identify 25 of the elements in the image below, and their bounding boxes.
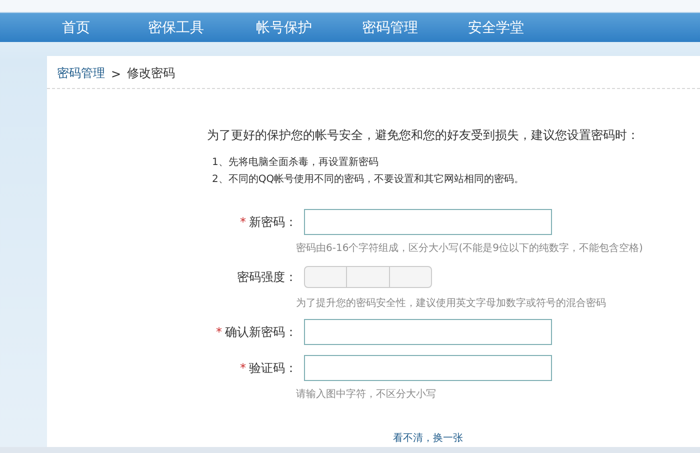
nav-link[interactable]: 首页 [62,18,90,36]
field-label: 密码强度： [237,268,297,286]
hint-text: 为了提升您的密码安全性，建议使用英文字母加数字或符号的混合密码 [296,296,607,310]
field-label: 新密码： [249,214,297,230]
nav-link[interactable]: 帐号保护 [256,18,312,36]
input-field[interactable] [304,319,552,345]
required-mark: * [216,325,222,339]
nav-link[interactable]: 安全学堂 [468,18,524,36]
field-label: 验证码： [249,360,297,376]
nav-link[interactable]: 密码管理 [362,18,418,36]
hint-text: 请输入图中字符，不区分大小写 [296,388,437,401]
tip-text: 2、不同的QQ帐号使用不同的密码，不要设置和其它网站相同的密码。 [212,172,526,187]
breadcrumb-current: 修改密码 [127,65,176,82]
input-field[interactable] [304,209,552,235]
breadcrumb-link[interactable]: 密码管理 [57,65,105,82]
hint-text: 密码由6-16个字符组成，区分大小写(不能是9位以下的纯数字，不能包含空格) [296,242,644,255]
intro-text: 为了更好的保护您的帐号安全，避免您和您的好友受到损失，建议您设置密码时： [207,127,640,144]
required-mark: * [240,361,246,375]
field-label: 确认新密码： [225,324,297,340]
tip-text: 1、先将电脑全面杀毒，再设置新密码 [212,156,380,170]
required-mark: * [240,215,246,229]
refresh-captcha-link[interactable]: 看不清，换一张 [393,433,463,444]
breadcrumb-separator: > [111,66,122,80]
input-field[interactable] [304,355,552,381]
nav-link[interactable]: 密保工具 [148,18,204,36]
